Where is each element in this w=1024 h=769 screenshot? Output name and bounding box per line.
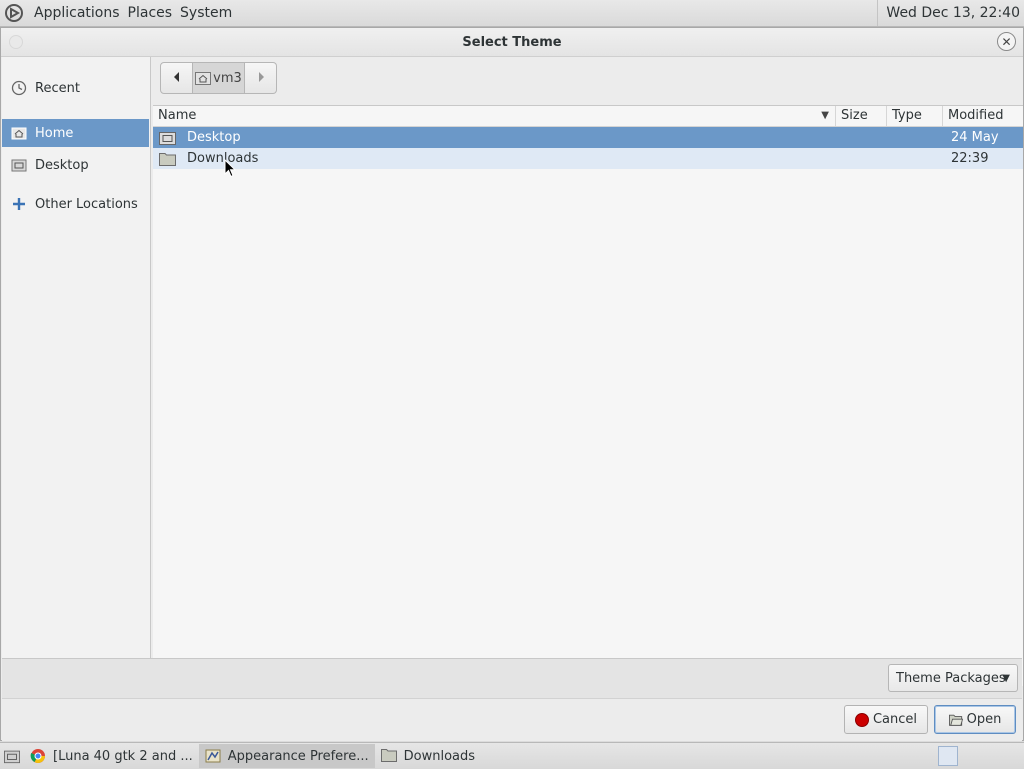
filter-bar: Theme Packages ▼ xyxy=(2,658,1022,699)
sidebar-item-home[interactable]: Home xyxy=(2,119,149,147)
filter-selected-label: Theme Packages xyxy=(896,670,1006,686)
sidebar-item-label: Recent xyxy=(35,80,80,96)
path-segment-home[interactable]: vm3 xyxy=(193,62,245,94)
chevron-left-icon xyxy=(173,71,181,86)
path-forward-button[interactable] xyxy=(245,62,277,94)
task-label: [Luna 40 gtk 2 and ... xyxy=(53,748,193,764)
column-name-header[interactable]: Name ▼ xyxy=(153,106,836,126)
menu-applications[interactable]: Applications xyxy=(30,5,124,21)
table-row[interactable]: Downloads 22:39 xyxy=(153,148,1023,169)
chevron-right-icon xyxy=(257,71,265,86)
titlebar[interactable]: Select Theme ✕ xyxy=(1,28,1023,57)
column-modified-header[interactable]: Modified xyxy=(943,106,1023,126)
open-folder-icon xyxy=(948,713,963,727)
sidebar-item-label: Home xyxy=(35,125,74,141)
folder-icon xyxy=(159,152,177,166)
top-panel: Applications Places System Wed Dec 13, 2… xyxy=(0,0,1024,27)
desktop-icon xyxy=(4,748,20,764)
mouse-cursor-icon xyxy=(224,159,236,178)
file-type-filter-dropdown[interactable]: Theme Packages ▼ xyxy=(888,664,1018,692)
desktop-folder-icon xyxy=(159,131,177,145)
task-label: Appearance Prefere... xyxy=(227,748,369,764)
desktop-folder-icon xyxy=(11,157,27,173)
places-sidebar: Recent Home Desktop Other Locations xyxy=(2,57,151,685)
column-label: Size xyxy=(841,108,868,123)
task-browser[interactable]: [Luna 40 gtk 2 and ... xyxy=(24,744,199,768)
column-size-header[interactable]: Size xyxy=(836,106,887,126)
window-menu-icon[interactable] xyxy=(9,35,23,49)
chevron-down-icon: ▼ xyxy=(1002,673,1010,684)
task-appearance[interactable]: Appearance Prefere... xyxy=(198,744,375,768)
menu-places[interactable]: Places xyxy=(124,5,177,21)
plus-icon xyxy=(11,196,27,212)
clock-icon xyxy=(11,80,27,96)
home-folder-icon xyxy=(195,71,212,85)
folder-icon xyxy=(380,748,397,764)
path-bar: vm3 xyxy=(160,62,277,96)
file-name: Downloads xyxy=(187,151,259,166)
open-button-label: Open xyxy=(966,712,1002,727)
column-type-header[interactable]: Type xyxy=(887,106,943,126)
sidebar-item-label: Desktop xyxy=(35,157,89,173)
tray-appearance-icon[interactable] xyxy=(938,746,958,766)
cancel-button[interactable]: Cancel xyxy=(844,705,928,734)
file-name: Desktop xyxy=(187,130,241,145)
task-label: Downloads xyxy=(403,748,476,764)
file-list[interactable]: Name ▼ Size Type Modified Desktop 24 May xyxy=(153,105,1023,686)
path-back-button[interactable] xyxy=(160,62,193,94)
stop-icon xyxy=(854,712,869,727)
column-label: Name xyxy=(158,108,197,123)
home-folder-icon xyxy=(11,125,27,141)
file-modified: 24 May xyxy=(951,130,999,145)
task-downloads[interactable]: Downloads xyxy=(375,744,481,768)
cancel-button-label: Cancel xyxy=(872,712,918,727)
sidebar-item-desktop[interactable]: Desktop xyxy=(2,151,149,179)
action-bar: Cancel Open xyxy=(2,698,1022,741)
distro-logo-icon[interactable] xyxy=(4,3,24,23)
file-modified: 22:39 xyxy=(951,151,989,166)
column-header: Name ▼ Size Type Modified xyxy=(153,106,1023,127)
open-button[interactable]: Open xyxy=(934,705,1016,734)
path-segment-label: vm3 xyxy=(213,70,242,86)
browser-icon xyxy=(30,748,46,764)
sidebar-item-other-locations[interactable]: Other Locations xyxy=(2,190,149,218)
close-button[interactable]: ✕ xyxy=(997,32,1016,51)
appearance-icon xyxy=(205,748,221,764)
taskbar: [Luna 40 gtk 2 and ... Appearance Prefer… xyxy=(0,742,1024,769)
dialog-title: Select Theme xyxy=(462,34,562,50)
select-theme-dialog: Select Theme ✕ Recent Home Desktop Other… xyxy=(0,27,1024,741)
sidebar-item-label: Other Locations xyxy=(35,196,138,212)
menu-system[interactable]: System xyxy=(176,5,236,21)
close-icon: ✕ xyxy=(1001,34,1012,49)
column-label: Type xyxy=(892,108,922,123)
sidebar-item-recent[interactable]: Recent xyxy=(2,74,149,102)
show-desktop-button[interactable] xyxy=(0,744,24,768)
clock[interactable]: Wed Dec 13, 22:40 xyxy=(877,0,1020,26)
column-label: Modified xyxy=(948,108,1004,123)
table-row[interactable]: Desktop 24 May xyxy=(153,127,1023,148)
sort-down-icon: ▼ xyxy=(821,110,829,121)
